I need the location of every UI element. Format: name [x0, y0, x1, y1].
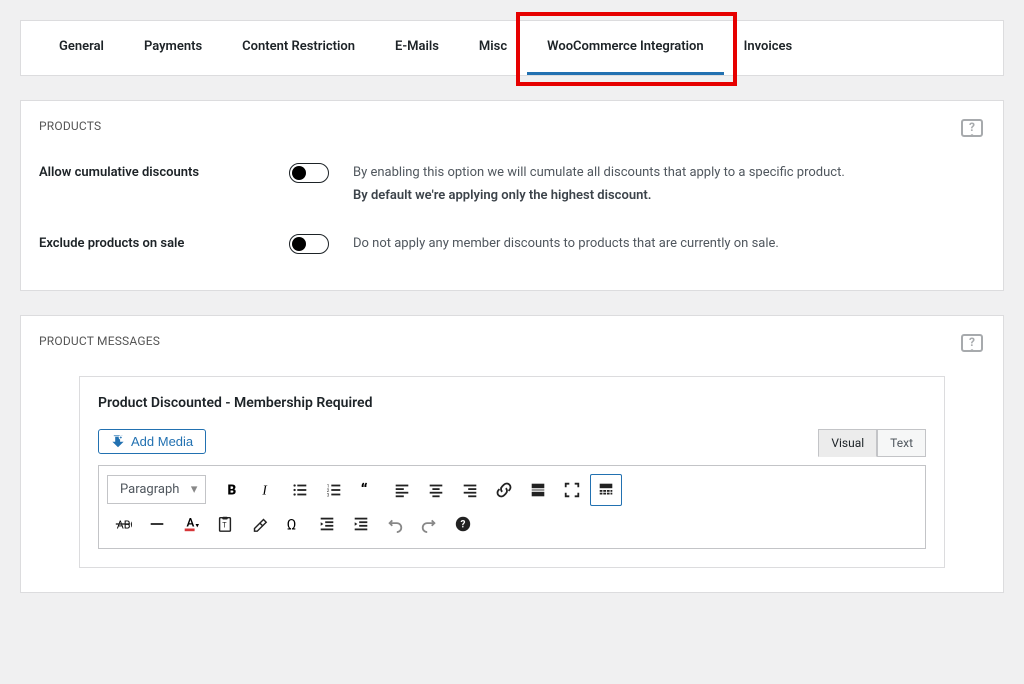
- media-icon: [111, 434, 125, 448]
- editor-mode-text[interactable]: Text: [877, 429, 926, 457]
- blockquote-icon[interactable]: “: [352, 474, 384, 506]
- exclude-toggle[interactable]: [289, 234, 329, 254]
- format-select[interactable]: Paragraph: [107, 475, 206, 504]
- svg-text:B: B: [228, 482, 237, 498]
- svg-text:“: “: [361, 481, 368, 499]
- strikethrough-icon[interactable]: ABC: [107, 508, 139, 540]
- bold-icon[interactable]: B: [216, 474, 248, 506]
- editor-heading: Product Discounted - Membership Required: [98, 395, 926, 411]
- svg-text:Ω: Ω: [287, 516, 297, 533]
- tab-woocommerce-integration[interactable]: WooCommerce Integration: [527, 21, 724, 75]
- cumulative-desc: By enabling this option we will cumulate…: [353, 161, 985, 208]
- read-more-icon[interactable]: [522, 474, 554, 506]
- link-icon[interactable]: [488, 474, 520, 506]
- svg-text:?: ?: [969, 335, 975, 349]
- horizontal-rule-icon[interactable]: [141, 508, 173, 540]
- keyboard-help-icon[interactable]: ?: [447, 508, 479, 540]
- editor-mode-tabs: Visual Text: [818, 429, 926, 457]
- svg-text:T: T: [222, 520, 227, 529]
- products-panel: PRODUCTS ? Allow cumulative discounts By…: [20, 100, 1004, 291]
- tab-payments[interactable]: Payments: [124, 21, 222, 75]
- align-left-icon[interactable]: [386, 474, 418, 506]
- svg-text:A: A: [187, 515, 195, 529]
- svg-text:3: 3: [327, 492, 330, 498]
- products-title: PRODUCTS: [39, 119, 985, 133]
- tab-general[interactable]: General: [39, 21, 124, 75]
- bullet-list-icon[interactable]: [284, 474, 316, 506]
- paste-text-icon[interactable]: T: [209, 508, 241, 540]
- product-messages-panel: PRODUCT MESSAGES ? Product Discounted - …: [20, 315, 1004, 593]
- svg-text:?: ?: [461, 519, 466, 530]
- editor-mode-visual[interactable]: Visual: [818, 429, 877, 457]
- add-media-button[interactable]: Add Media: [98, 429, 206, 454]
- toolbar-toggle-icon[interactable]: [590, 474, 622, 506]
- svg-text:▾: ▾: [196, 520, 200, 529]
- svg-text:I: I: [262, 482, 269, 497]
- undo-icon[interactable]: [379, 508, 411, 540]
- numbered-list-icon[interactable]: 123: [318, 474, 350, 506]
- italic-icon[interactable]: I: [250, 474, 282, 506]
- editor-toolbar: Paragraph B I 123 “ ABC: [98, 465, 926, 549]
- svg-text:?: ?: [969, 120, 975, 134]
- tab-content-restriction[interactable]: Content Restriction: [222, 21, 375, 75]
- tab-misc[interactable]: Misc: [459, 21, 527, 75]
- setting-row-exclude: Exclude products on sale Do not apply an…: [39, 232, 985, 258]
- redo-icon[interactable]: [413, 508, 445, 540]
- text-color-icon[interactable]: A▾: [175, 508, 207, 540]
- help-icon[interactable]: ?: [959, 332, 985, 358]
- indent-icon[interactable]: [345, 508, 377, 540]
- exclude-desc: Do not apply any member discounts to pro…: [353, 232, 985, 255]
- messages-title: PRODUCT MESSAGES: [39, 334, 985, 348]
- align-right-icon[interactable]: [454, 474, 486, 506]
- tabs-nav: General Payments Content Restriction E-M…: [20, 20, 1004, 76]
- fullscreen-icon[interactable]: [556, 474, 588, 506]
- tab-emails[interactable]: E-Mails: [375, 21, 459, 75]
- exclude-label: Exclude products on sale: [39, 232, 289, 251]
- help-icon[interactable]: ?: [959, 117, 985, 143]
- svg-text:ABC: ABC: [117, 518, 132, 531]
- setting-row-cumulative: Allow cumulative discounts By enabling t…: [39, 161, 985, 208]
- tab-invoices[interactable]: Invoices: [724, 21, 813, 75]
- outdent-icon[interactable]: [311, 508, 343, 540]
- clear-formatting-icon[interactable]: [243, 508, 275, 540]
- cumulative-label: Allow cumulative discounts: [39, 161, 289, 180]
- editor-box: Product Discounted - Membership Required…: [79, 376, 945, 568]
- cumulative-toggle[interactable]: [289, 163, 329, 183]
- align-center-icon[interactable]: [420, 474, 452, 506]
- special-character-icon[interactable]: Ω: [277, 508, 309, 540]
